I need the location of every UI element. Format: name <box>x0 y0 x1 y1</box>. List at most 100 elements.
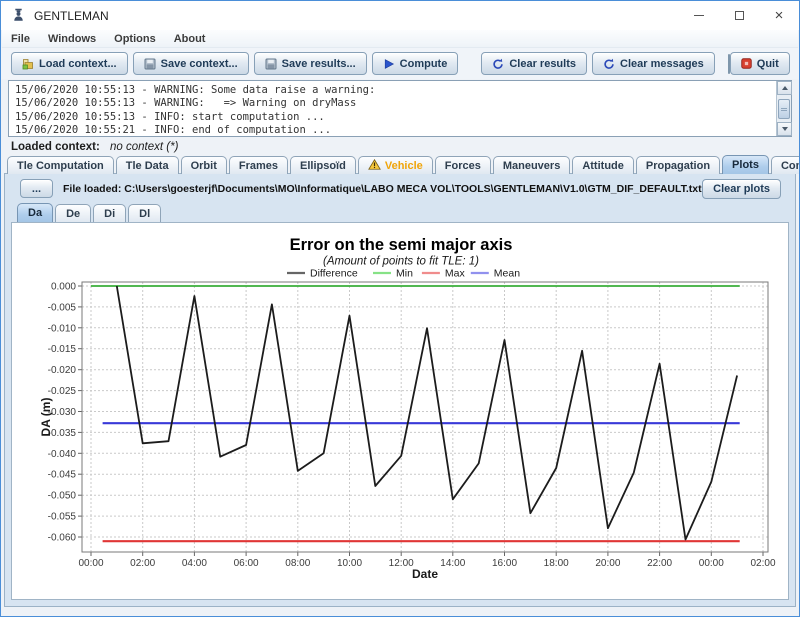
clear-messages-button[interactable]: Clear messages <box>592 52 715 75</box>
y-tick-label: -0.005 <box>48 302 77 313</box>
subtab-label: Di <box>104 208 115 220</box>
tab-attitude[interactable]: Attitude <box>572 156 634 174</box>
save-context-button[interactable]: Save context... <box>133 52 249 75</box>
chart: Error on the semi major axis (Amount of p… <box>12 223 788 599</box>
tab-label: Vehicle <box>385 160 423 172</box>
log-line: 15/06/2020 10:55:13 - INFO: start comput… <box>15 111 769 124</box>
log-line: 15/06/2020 10:55:21 - INFO: end of compu… <box>15 124 769 136</box>
y-axis-label: DA (m) <box>39 398 53 437</box>
tab-plots[interactable]: Plots <box>722 155 769 174</box>
tab-forces[interactable]: Forces <box>435 156 491 174</box>
subtab-de[interactable]: De <box>55 204 91 222</box>
clear-plots-label: Clear plots <box>713 183 770 195</box>
plots-tab-content: ... File loaded: C:\Users\goesterjf\Docu… <box>4 173 796 607</box>
menu-item-about[interactable]: About <box>165 33 215 45</box>
legend-label-mean: Mean <box>494 268 520 280</box>
clear-plots-button[interactable]: Clear plots <box>702 179 781 199</box>
legend-label-min: Min <box>396 268 413 280</box>
scroll-thumb[interactable] <box>778 99 790 119</box>
quit-button[interactable]: Quit <box>730 52 790 75</box>
subtab-label: Da <box>28 207 42 219</box>
y-tick-label: -0.020 <box>48 365 77 376</box>
tab-propagation[interactable]: Propagation <box>636 156 720 174</box>
chart-title: Error on the semi major axis <box>290 236 513 254</box>
app-icon <box>11 8 26 23</box>
tab-label: Tle Computation <box>17 160 104 172</box>
menu-item-windows[interactable]: Windows <box>39 33 105 45</box>
save-results-button[interactable]: Save results... <box>254 52 367 75</box>
menu-item-file[interactable]: File <box>2 33 39 45</box>
tab-label: Propagation <box>646 160 710 172</box>
log-line: 15/06/2020 10:55:13 - WARNING: Some data… <box>15 84 769 97</box>
tab-orbit[interactable]: Orbit <box>181 156 227 174</box>
y-tick-label: 0.000 <box>51 282 76 293</box>
subtab-dl[interactable]: Dl <box>128 204 161 222</box>
x-tick-label: 08:00 <box>285 558 310 569</box>
save-icon <box>265 58 277 70</box>
save-icon <box>144 58 156 70</box>
scroll-up-button[interactable] <box>777 81 792 95</box>
button-label: Save context... <box>161 58 238 70</box>
tab-tle-data[interactable]: Tle Data <box>116 156 179 174</box>
button-label: Save results... <box>282 58 356 70</box>
app-window: GENTLEMAN × FileWindowsOptionsAbout Load… <box>0 0 800 617</box>
log-line: 15/06/2020 10:55:13 - WARNING: => Warnin… <box>15 97 769 110</box>
minimize-icon <box>694 15 704 16</box>
x-tick-label: 00:00 <box>78 558 103 569</box>
button-label: Load context... <box>39 58 117 70</box>
log-panel[interactable]: 15/06/2020 10:55:13 - WARNING: Some data… <box>8 80 792 137</box>
subtab-di[interactable]: Di <box>93 204 126 222</box>
tab-label: Frames <box>239 160 278 172</box>
context-row: Loaded context: no context (*) <box>11 141 178 153</box>
load-context-button[interactable]: Load context... <box>11 52 128 75</box>
maximize-button[interactable] <box>719 1 759 30</box>
tab-frames[interactable]: Frames <box>229 156 288 174</box>
tab-label: Forces <box>445 160 481 172</box>
x-tick-label: 16:00 <box>492 558 517 569</box>
tab-label: Plots <box>732 159 759 171</box>
arrow-down-icon <box>782 127 788 131</box>
tab-bar: Tle Computation Tle DataOrbit Frames Ellips… <box>7 155 800 174</box>
x-tick-label: 02:00 <box>750 558 775 569</box>
tab-label: Maneuvers <box>503 160 560 172</box>
tab-label: Console <box>781 160 800 172</box>
clear-results-button[interactable]: Clear results <box>481 52 587 75</box>
close-button[interactable]: × <box>759 1 799 30</box>
context-value: no context (*) <box>110 141 178 153</box>
compute-button[interactable]: Compute <box>372 52 459 75</box>
y-tick-label: -0.050 <box>48 491 77 502</box>
y-tick-label: -0.045 <box>48 470 77 481</box>
refresh-icon <box>603 58 615 70</box>
file-loaded-label: File loaded: C:\Users\goesterjf\Document… <box>63 183 702 195</box>
log-scrollbar[interactable] <box>776 81 791 136</box>
x-tick-label: 06:00 <box>234 558 259 569</box>
y-tick-label: -0.040 <box>48 449 77 460</box>
tab-tle-computation[interactable]: Tle Computation <box>7 156 114 174</box>
y-tick-label: -0.060 <box>48 533 77 544</box>
menu-item-options[interactable]: Options <box>105 33 165 45</box>
window-title: GENTLEMAN <box>34 9 109 23</box>
subtab-label: De <box>66 208 80 220</box>
x-tick-label: 12:00 <box>389 558 414 569</box>
play-icon <box>383 58 395 70</box>
tab-console[interactable]: Console <box>771 156 800 174</box>
x-tick-label: 22:00 <box>647 558 672 569</box>
legend-label-difference: Difference <box>310 268 358 280</box>
subtab-da[interactable]: Da <box>17 203 53 222</box>
minimize-button[interactable] <box>679 1 719 30</box>
button-label: Clear messages <box>620 58 704 70</box>
tab-ellipso-d[interactable]: Ellipsoïd <box>290 156 356 174</box>
x-tick-label: 18:00 <box>544 558 569 569</box>
browse-button[interactable]: ... <box>20 179 53 198</box>
tab-maneuvers[interactable]: Maneuvers <box>493 156 570 174</box>
log-lines: 15/06/2020 10:55:13 - WARNING: Some data… <box>9 82 775 136</box>
legend-label-max: Max <box>445 268 466 280</box>
file-row: ... File loaded: C:\Users\goesterjf\Docu… <box>5 179 795 201</box>
tab-vehicle[interactable]: Vehicle <box>358 156 433 174</box>
plot-subtab-bar: Da De Di Dl <box>17 203 163 222</box>
x-tick-label: 02:00 <box>130 558 155 569</box>
x-tick-label: 14:00 <box>440 558 465 569</box>
chart-subtitle: (Amount of points to fit TLE: 1) <box>323 256 479 268</box>
button-label: Clear results <box>509 58 576 70</box>
scroll-down-button[interactable] <box>777 122 792 136</box>
